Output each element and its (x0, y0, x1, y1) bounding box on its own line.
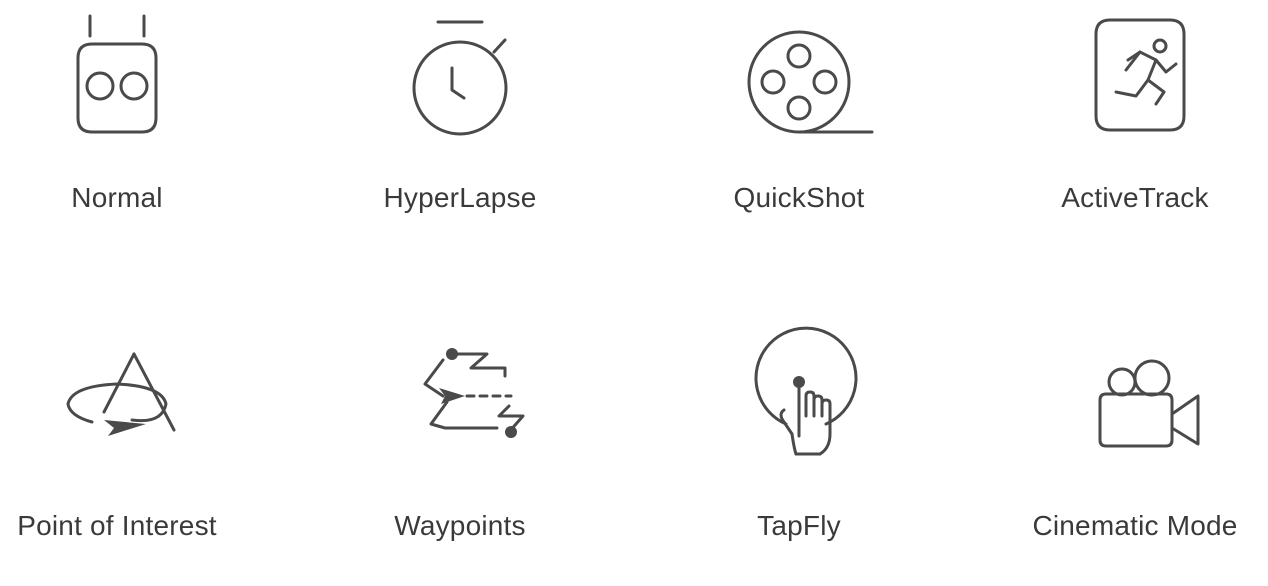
mode-waypoints[interactable]: Waypoints (335, 336, 585, 586)
mode-label-tapfly: TapFly (757, 510, 841, 541)
mode-hyperlapse[interactable]: HyperLapse (335, 0, 585, 250)
mode-activetrack[interactable]: ActiveTrack (1010, 0, 1260, 250)
mode-normal[interactable]: Normal (0, 0, 242, 250)
mode-label-normal: Normal (71, 182, 163, 213)
mode-label-quickshot: QuickShot (733, 182, 865, 213)
flight-mode-grid: Normal HyperLapse QuickShot ActiveTrack … (0, 0, 1268, 544)
orbit-icon (42, 336, 192, 486)
movie-camera-icon (1060, 336, 1210, 486)
mode-point-of-interest[interactable]: Point of Interest (0, 336, 242, 586)
mode-label-cinematic: Cinematic Mode (1032, 510, 1238, 541)
mode-tapfly[interactable]: TapFly (674, 326, 924, 586)
mode-label-hyperlapse: HyperLapse (383, 182, 537, 213)
film-reel-icon (724, 0, 874, 150)
waypoints-path-icon (385, 336, 535, 486)
mode-label-waypoints: Waypoints (394, 510, 526, 541)
mode-cinematic[interactable]: Cinematic Mode (1010, 336, 1260, 586)
tap-finger-icon (724, 326, 874, 486)
running-person-icon (1060, 0, 1210, 150)
stopwatch-icon (385, 0, 535, 150)
mode-label-activetrack: ActiveTrack (1061, 182, 1209, 213)
remote-controller-icon (42, 0, 192, 150)
mode-label-point-of-interest: Point of Interest (17, 510, 217, 541)
mode-quickshot[interactable]: QuickShot (674, 0, 924, 250)
